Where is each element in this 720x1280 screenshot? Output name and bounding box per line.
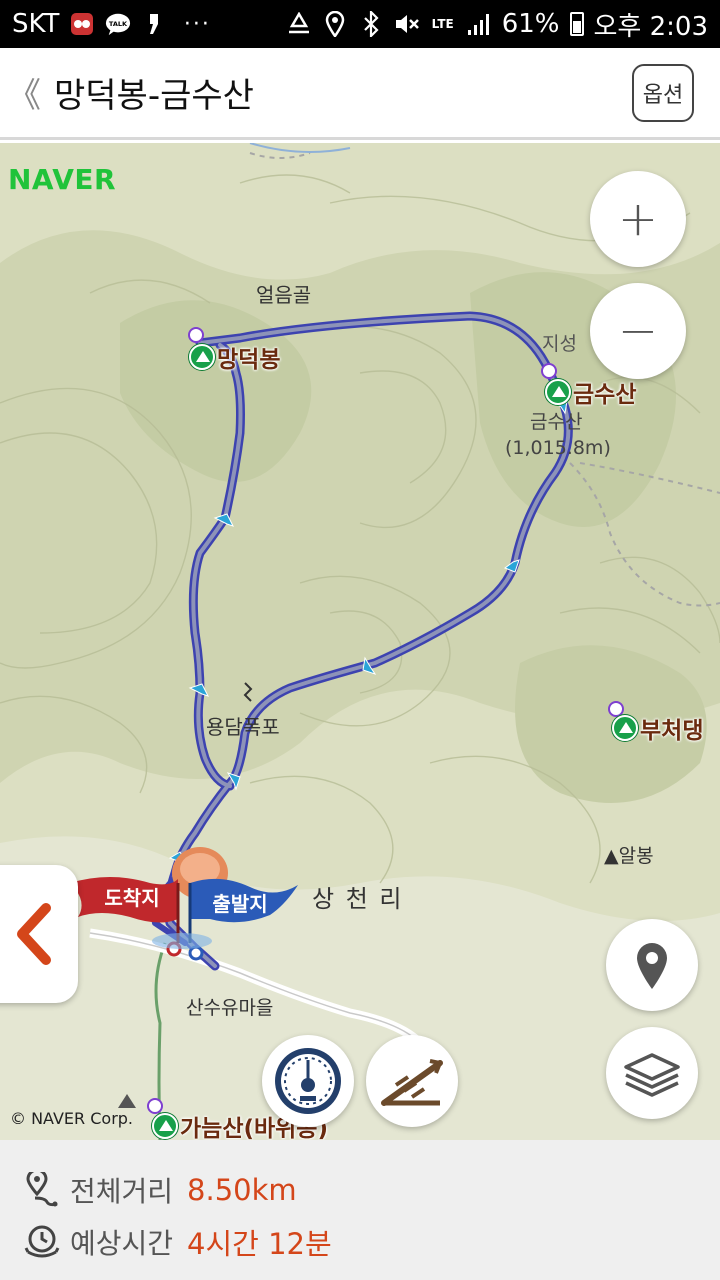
bluetooth-icon — [358, 11, 384, 37]
battery-percent: 61% — [501, 9, 560, 39]
elevation-icon — [381, 1059, 443, 1106]
map-view[interactable]: NAVER 얼음골 용담폭포 상 천 리 산수유마을 금수산 (1,015.8m… — [0, 143, 720, 1140]
arrival-flag-label: 도착지 — [104, 885, 160, 910]
map-label-jiseong: 지성 — [542, 333, 577, 355]
clock-icon — [22, 1222, 62, 1262]
options-button[interactable]: 옵션 — [632, 63, 694, 122]
game-icon — [69, 11, 95, 37]
route-distance-icon — [22, 1170, 62, 1210]
distance-row: 전체거리 8.50km — [22, 1164, 698, 1216]
time-value: 4시간 12분 — [187, 1227, 332, 1261]
peak-mangdeokbong[interactable]: 망덕봉 — [189, 340, 280, 374]
side-panel-toggle[interactable] — [0, 865, 78, 1003]
map-label-village: 상 천 리 — [312, 885, 404, 913]
naver-logo: NAVER — [8, 163, 117, 196]
lte-icon: LTE — [431, 17, 454, 31]
carrier-label: SKT — [12, 9, 60, 39]
app-header: 《 망덕봉-금수산 옵션 — [0, 48, 720, 140]
svg-text:TALK: TALK — [109, 20, 128, 28]
elevation-profile-button[interactable] — [366, 1035, 458, 1127]
back-button[interactable]: 《 — [2, 68, 46, 117]
page-title: 망덕봉-금수산 — [54, 76, 254, 116]
speedometer-button[interactable] — [262, 1035, 354, 1127]
zoom-out-button[interactable]: − — [590, 283, 686, 379]
chevron-left-icon — [17, 903, 51, 965]
map-label-valley: 얼음골 — [256, 283, 312, 307]
time-label: 예상시간 — [70, 1227, 174, 1260]
route-info-panel: 전체거리 8.50km 예상시간 4시간 12분 — [0, 1140, 720, 1280]
status-bar: SKT TALK ··· LTE 61% 오후 2:03 — [0, 0, 720, 48]
map-label-peak-elevation: (1,015.8m) — [505, 437, 611, 459]
peak-geumsusan[interactable]: 금수산 — [545, 375, 636, 409]
mountain-icon — [152, 1113, 178, 1139]
speedometer-icon — [275, 1048, 341, 1114]
talk-icon: TALK — [105, 11, 131, 37]
departure-flag-label: 출발지 — [212, 891, 268, 916]
recycle-icon — [286, 11, 312, 37]
layers-icon — [624, 1053, 680, 1097]
mountain-icon — [189, 344, 215, 370]
distance-value: 8.50km — [187, 1173, 297, 1207]
minus-icon: − — [617, 303, 659, 359]
mountain-icon — [612, 715, 638, 741]
peak-name: 부처댕 — [640, 718, 704, 744]
time-row: 예상시간 4시간 12분 — [22, 1216, 698, 1268]
distance-label: 전체거리 — [70, 1175, 174, 1208]
map-copyright: © NAVER Corp. — [10, 1109, 134, 1128]
signal-icon — [466, 11, 492, 37]
clock: 오후 2:03 — [593, 11, 709, 42]
map-label-albong: ▲알봉 — [604, 845, 654, 867]
peak-name: 금수산 — [573, 382, 637, 408]
location-icon — [322, 11, 348, 37]
plus-icon: + — [617, 191, 659, 247]
notification-icon — [141, 11, 167, 37]
location-pin-icon — [637, 943, 667, 989]
my-location-button[interactable] — [606, 919, 698, 1011]
more-icon: ··· — [183, 11, 211, 37]
peak-bucheo[interactable]: 부처댕 — [612, 711, 703, 745]
zoom-in-button[interactable]: + — [590, 171, 686, 267]
back-chevron-icon: 《 — [7, 76, 41, 116]
mute-icon — [394, 11, 420, 37]
map-label-village-stop: 산수유마을 — [186, 997, 274, 1019]
map-label-peak-elev-name: 금수산 — [530, 411, 583, 433]
battery-icon — [569, 12, 584, 36]
options-label: 옵션 — [642, 82, 684, 108]
map-label-waterfall: 용담폭포 — [206, 715, 280, 739]
map-layers-button[interactable] — [606, 1027, 698, 1119]
peak-name: 망덕봉 — [217, 347, 281, 373]
mountain-icon — [545, 379, 571, 405]
